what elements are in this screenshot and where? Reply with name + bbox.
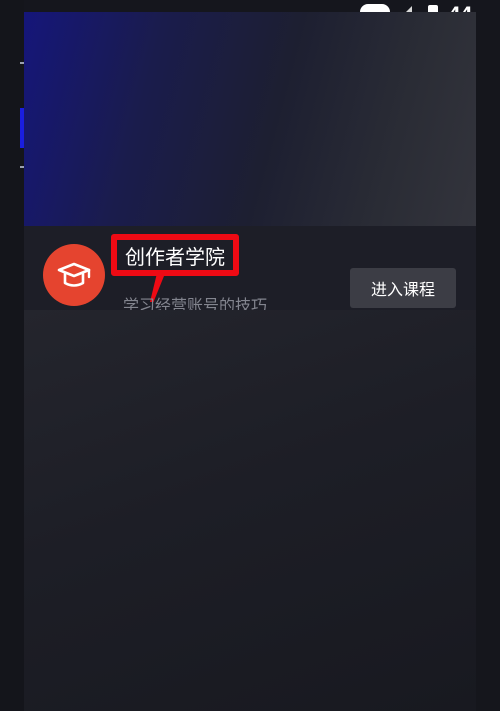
background-page: [0, 0, 25, 711]
creator-academy-card: 创作者学院 学习经营账号的技巧 进入课程: [24, 12, 476, 711]
graduation-cap-icon: [57, 262, 91, 287]
title-highlight-box: 创作者学院: [111, 234, 239, 276]
academy-avatar: [43, 244, 105, 306]
enter-course-button[interactable]: 进入课程: [350, 268, 456, 308]
card-content-area: [24, 310, 476, 711]
academy-title: 创作者学院: [125, 244, 225, 269]
app-screen: 44 创作者学院 学习经营账号的技巧 进入课程: [0, 0, 500, 711]
background-page-right: [476, 30, 500, 711]
academy-info-row: 创作者学院 学习经营账号的技巧 进入课程: [24, 226, 476, 315]
banner-image: [24, 12, 476, 226]
